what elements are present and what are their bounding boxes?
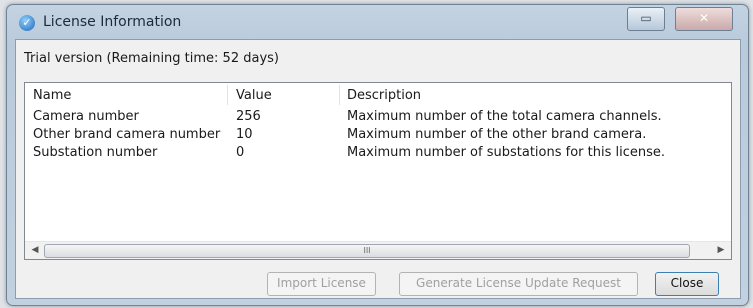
dialog-body: Trial version (Remaining time: 52 days) … bbox=[15, 39, 741, 299]
cell-name: Substation number bbox=[33, 145, 158, 160]
minimize-button[interactable]: ▭ bbox=[627, 7, 665, 31]
horizontal-scrollbar[interactable]: ◀ III ▶ bbox=[25, 241, 731, 259]
cell-name: Camera number bbox=[33, 109, 139, 124]
scrollbar-thumb[interactable]: III bbox=[44, 244, 690, 258]
minimize-icon: ▭ bbox=[640, 11, 652, 25]
column-divider[interactable] bbox=[339, 85, 340, 105]
shield-icon: ✓ bbox=[19, 15, 35, 31]
cell-value: 0 bbox=[236, 145, 245, 160]
close-window-button[interactable]: ✕ bbox=[675, 7, 733, 31]
cell-value: 10 bbox=[236, 127, 253, 142]
scroll-left-icon[interactable]: ◀ bbox=[27, 243, 43, 258]
window-title: License Information bbox=[43, 14, 182, 30]
cell-value: 256 bbox=[236, 109, 261, 124]
table-row[interactable]: Camera number 256 Maximum number of the … bbox=[25, 108, 731, 126]
trial-status: Trial version (Remaining time: 52 days) bbox=[24, 51, 279, 66]
column-divider[interactable] bbox=[227, 85, 228, 105]
table-row[interactable]: Substation number 0 Maximum number of su… bbox=[25, 144, 731, 162]
cell-description: Maximum number of the total camera chann… bbox=[347, 109, 662, 124]
license-table[interactable]: Name Value Description Camera number 256… bbox=[24, 82, 732, 260]
import-license-button[interactable]: Import License bbox=[267, 272, 376, 296]
close-icon: ✕ bbox=[698, 11, 710, 25]
generate-license-update-request-button[interactable]: Generate License Update Request bbox=[399, 272, 638, 296]
cell-description: Maximum number of substations for this l… bbox=[347, 145, 665, 160]
cell-description: Maximum number of the other brand camera… bbox=[347, 127, 647, 142]
scroll-right-icon[interactable]: ▶ bbox=[713, 243, 729, 258]
table-row[interactable]: Other brand camera number 10 Maximum num… bbox=[25, 126, 731, 144]
column-header-value[interactable]: Value bbox=[236, 88, 272, 103]
cell-name: Other brand camera number bbox=[33, 127, 221, 142]
column-header-name[interactable]: Name bbox=[33, 88, 71, 103]
license-dialog: ✓ License Information ▭ ✕ Trial version … bbox=[6, 4, 749, 306]
close-button[interactable]: Close bbox=[655, 272, 719, 296]
title-bar[interactable]: ✓ License Information ▭ ✕ bbox=[7, 5, 748, 39]
column-header-description[interactable]: Description bbox=[347, 88, 421, 103]
table-header: Name Value Description bbox=[25, 83, 731, 107]
